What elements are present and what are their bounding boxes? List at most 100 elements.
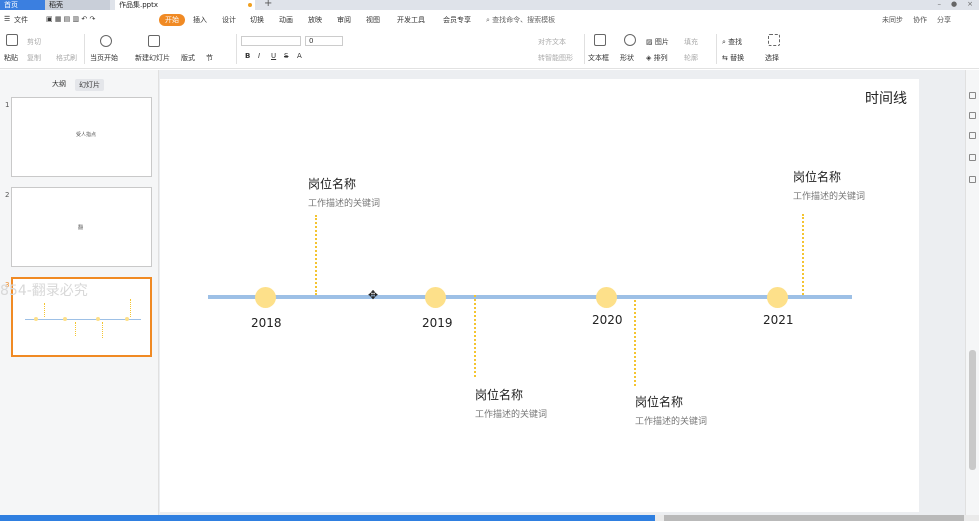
slide-title[interactable]: 时间线 <box>865 88 907 108</box>
year-label-2020[interactable]: 2020 <box>592 313 623 327</box>
position-title[interactable]: 岗位名称 <box>635 393 683 410</box>
arrange-label: 排列 <box>653 54 668 62</box>
collaborate-button[interactable]: 协作 <box>913 15 927 25</box>
italic-icon[interactable]: I <box>258 52 260 60</box>
position-description[interactable]: 工作描述的关键词 <box>635 414 707 427</box>
convert-smartart-button[interactable]: 转智能图形 <box>538 53 573 63</box>
settings-icon[interactable] <box>969 154 976 161</box>
font-color-icon[interactable]: A <box>297 52 302 60</box>
font-size-select[interactable]: 0 <box>305 36 343 46</box>
timeline-dot-2019[interactable] <box>425 287 446 308</box>
tab-outline[interactable]: 大纲 <box>52 79 66 89</box>
select-icon[interactable] <box>768 34 780 46</box>
tab-document[interactable]: 作品集.pptx <box>115 0 255 10</box>
thumb-text: 受人指点 <box>76 132 97 138</box>
outline-button[interactable]: 轮廓 <box>684 53 698 63</box>
copy-button[interactable]: 复制 <box>27 53 41 63</box>
align-text-button[interactable]: 对齐文本 <box>538 37 566 47</box>
share-button[interactable]: 分享 <box>937 15 951 25</box>
year-label-2019[interactable]: 2019 <box>422 316 453 330</box>
strikethrough-icon[interactable]: S <box>284 52 288 60</box>
layers-icon[interactable] <box>969 176 976 183</box>
thumb-connector <box>44 303 45 317</box>
tab-animation[interactable]: 动画 <box>279 15 293 25</box>
year-label-2018[interactable]: 2018 <box>251 316 282 330</box>
thumb-text: 翻 <box>78 225 84 231</box>
year-label-2021[interactable]: 2021 <box>763 313 794 327</box>
position-description[interactable]: 工作描述的关键词 <box>475 407 547 420</box>
fill-button[interactable]: 填充 <box>684 37 698 47</box>
from-current-button[interactable]: 当页开始 <box>90 53 118 63</box>
new-tab-icon[interactable]: + <box>264 0 272 9</box>
shape-icon[interactable] <box>624 34 636 46</box>
sync-status[interactable]: 未同步 <box>882 15 903 25</box>
connector-line <box>802 214 804 295</box>
format-painter-button[interactable]: 格式刷 <box>56 53 77 63</box>
underline-icon[interactable]: U <box>271 52 276 60</box>
position-title[interactable]: 岗位名称 <box>475 386 523 403</box>
section-button[interactable]: 节 <box>206 53 213 63</box>
select-button[interactable]: 选择 <box>765 53 779 63</box>
cut-button[interactable]: 剪切 <box>27 37 41 47</box>
position-description[interactable]: 工作描述的关键词 <box>793 189 865 202</box>
timeline-dot-2018[interactable] <box>255 287 276 308</box>
timeline-dot-2020[interactable] <box>596 287 617 308</box>
position-description[interactable]: 工作描述的关键词 <box>308 196 380 209</box>
quick-access-icons[interactable]: ▣ ▦ ▤ ▥ ↶ ↷ <box>46 15 95 23</box>
search-input[interactable]: ⌕ 查找命令、搜索模板 <box>486 15 555 25</box>
animation-icon[interactable] <box>969 132 976 139</box>
position-title[interactable]: 岗位名称 <box>793 168 841 185</box>
minimize-icon[interactable]: – <box>938 0 942 8</box>
slide-number: 1 <box>5 101 10 109</box>
timeline-axis[interactable] <box>208 295 852 299</box>
new-slide-icon[interactable] <box>148 35 160 47</box>
tab-slides[interactable]: 幻灯片 <box>75 79 104 91</box>
tab-start[interactable]: 开始 <box>159 14 185 26</box>
bold-icon[interactable]: B <box>245 52 250 60</box>
replace-button[interactable]: ⇆ 替换 <box>722 53 744 63</box>
tab-review[interactable]: 审阅 <box>337 15 351 25</box>
slide-thumbnail-1[interactable]: 受人指点 <box>11 97 152 177</box>
tab-bar: 首页 稻壳 作品集.pptx + – ● × <box>0 0 979 10</box>
divider <box>716 34 717 64</box>
hamburger-icon[interactable]: ☰ <box>4 15 10 23</box>
textbox-button[interactable]: 文本框 <box>588 53 609 63</box>
find-button[interactable]: ⌕ 查找 <box>722 37 742 47</box>
shape-button[interactable]: 形状 <box>620 53 634 63</box>
play-icon[interactable] <box>100 35 112 47</box>
close-icon[interactable]: × <box>967 0 973 8</box>
tab-transition[interactable]: 切换 <box>250 15 264 25</box>
slide-canvas[interactable]: 时间线 2018 2019 2020 2021 岗位名称 工作描述的关键词 岗位… <box>160 79 919 512</box>
timeline-dot-2021[interactable] <box>767 287 788 308</box>
tab-design[interactable]: 设计 <box>222 15 236 25</box>
tab-insert[interactable]: 插入 <box>193 15 207 25</box>
layout-button[interactable]: 版式 <box>181 53 195 63</box>
tab-developer[interactable]: 开发工具 <box>397 15 425 25</box>
design-icon[interactable] <box>969 112 976 119</box>
arrange-button[interactable]: ◈ 排列 <box>646 53 668 63</box>
menu-file[interactable]: 文件 <box>14 15 28 25</box>
thumb-timeline-dot <box>63 317 67 321</box>
slide-thumbnail-2[interactable]: 翻 <box>11 187 152 267</box>
tab-view[interactable]: 视图 <box>366 15 380 25</box>
paste-button[interactable]: 粘贴 <box>4 53 18 63</box>
picture-icon: ▨ <box>646 38 653 46</box>
tab-home[interactable]: 首页 <box>0 0 45 10</box>
paste-icon[interactable] <box>6 34 18 46</box>
new-slide-button[interactable]: 新建幻灯片 <box>135 53 170 63</box>
thumb-connector <box>130 299 131 317</box>
tab-slideshow[interactable]: 放映 <box>308 15 322 25</box>
textbox-icon[interactable] <box>594 34 606 46</box>
font-name-select[interactable] <box>241 36 301 46</box>
tab-member[interactable]: 会员专享 <box>443 15 471 25</box>
avatar[interactable]: ● <box>951 0 957 8</box>
position-title[interactable]: 岗位名称 <box>308 175 356 192</box>
menu-right: 未同步 协作 分享 <box>882 15 951 25</box>
tab-docer[interactable]: 稻壳 <box>45 0 110 10</box>
vertical-scrollbar[interactable] <box>969 350 976 470</box>
properties-icon[interactable] <box>969 92 976 99</box>
connector-line <box>315 215 317 295</box>
picture-button[interactable]: ▨ 图片 <box>646 37 669 47</box>
find-label: 查找 <box>728 38 743 46</box>
watermark: 854-翻录必究 <box>0 283 88 299</box>
